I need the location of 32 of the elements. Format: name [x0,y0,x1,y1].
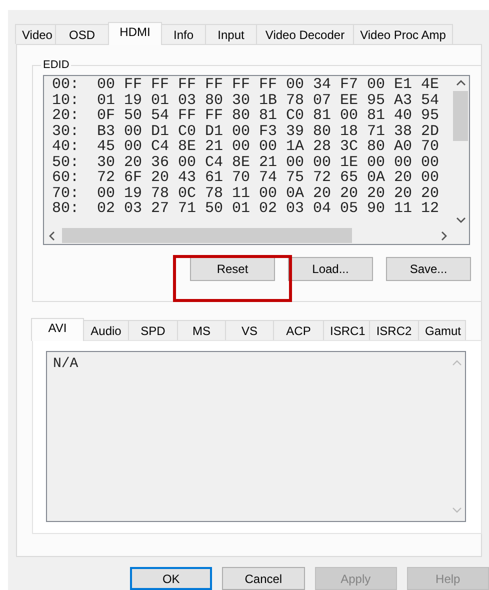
tab[interactable]: Video Proc Amp [353,24,453,44]
dialog-button[interactable]: OK [130,567,212,590]
hex-row-text: 60: 72 6F 20 43 61 70 74 75 72 65 0A 20 00 [52,170,440,186]
edid-button[interactable]: Load... [288,257,373,281]
tab[interactable]: Gamut [418,320,466,340]
tab[interactable]: MS [177,320,226,340]
scroll-thumb[interactable] [453,91,468,141]
tab[interactable]: ACP [273,320,324,340]
tab[interactable]: Video [15,24,56,44]
hex-row-text: 00: 00 FF FF FF FF FF FF 00 34 F7 00 E1 4E [52,77,440,92]
tab[interactable]: SPD [128,320,178,340]
edid-button[interactable]: Save... [386,257,471,281]
hex-row-text: 20: 0F 50 54 FF FF 80 81 C0 81 00 81 40 95 [52,108,440,124]
hex-row-text: 70: 00 19 78 0C 78 11 00 0A 20 20 20 20 20 [52,186,440,201]
tab[interactable]: Audio [83,320,129,340]
hex-row-text: 30: B3 00 D1 C0 D1 00 F3 39 80 18 71 38 2D [52,124,440,139]
tab[interactable]: AVI [31,318,84,341]
hex-row-text: 40: 45 00 C4 8E 21 00 00 1A 28 3C 80 A0 70 [52,139,440,154]
tab[interactable]: Input [205,24,257,44]
dialog-button[interactable]: Cancel [222,567,305,590]
hex-row-text: 80: 02 03 27 71 50 01 02 03 04 05 90 11 12 [52,201,440,216]
hex-row-text: 50: 30 20 36 00 C4 8E 21 00 00 1E 00 00 00 [52,154,440,170]
tab[interactable]: ISRC1 [323,320,370,340]
hex-row-text: 10: 01 19 01 03 80 30 1B 78 07 EE 95 A3 54 [52,92,440,108]
infoframe-text: N/A [52,355,80,374]
edid-list[interactable] [43,75,470,245]
group-title: EDID [42,59,70,71]
tab[interactable]: ISRC2 [369,320,419,340]
edid-button[interactable]: Reset [190,257,275,281]
scroll-thumb[interactable] [62,228,352,243]
tab[interactable]: VS [225,320,274,340]
tab[interactable]: HDMI [108,22,162,45]
